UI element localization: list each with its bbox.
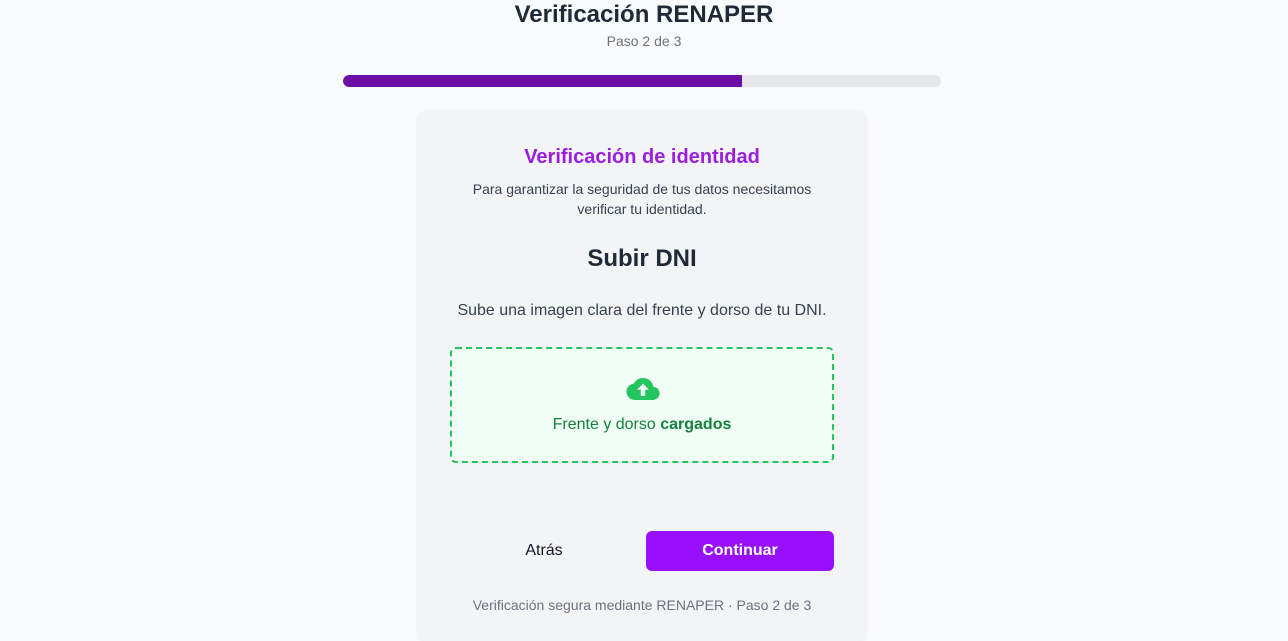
card-title: Verificación de identidad <box>524 146 760 168</box>
section-title: Subir DNI <box>587 245 697 272</box>
page-title: Verificación RENAPER <box>514 1 774 28</box>
verification-card: Verificación de identidad Para garantiza… <box>418 111 866 641</box>
upload-status-text: Frente y dorso cargados <box>452 415 832 435</box>
step-indicator: Paso 2 de 3 <box>606 33 682 49</box>
upload-status-value: cargados <box>660 416 732 433</box>
footer-note: Verificación segura mediante RENAPER · P… <box>472 597 812 613</box>
dni-upload-dropzone[interactable]: Frente y dorso cargados <box>450 347 834 463</box>
section-description: Sube una imagen clara del frente y dorso… <box>457 302 827 319</box>
card-description: Para garantizar la seguridad de tus dato… <box>472 181 812 217</box>
continue-button[interactable]: Continuar <box>646 531 834 571</box>
progress-bar <box>343 75 941 87</box>
progress-bar-fill <box>343 75 742 87</box>
back-button[interactable]: Atrás <box>450 531 638 571</box>
cloud-upload-icon <box>626 378 660 400</box>
upload-status-prefix: Frente y dorso <box>552 416 661 433</box>
